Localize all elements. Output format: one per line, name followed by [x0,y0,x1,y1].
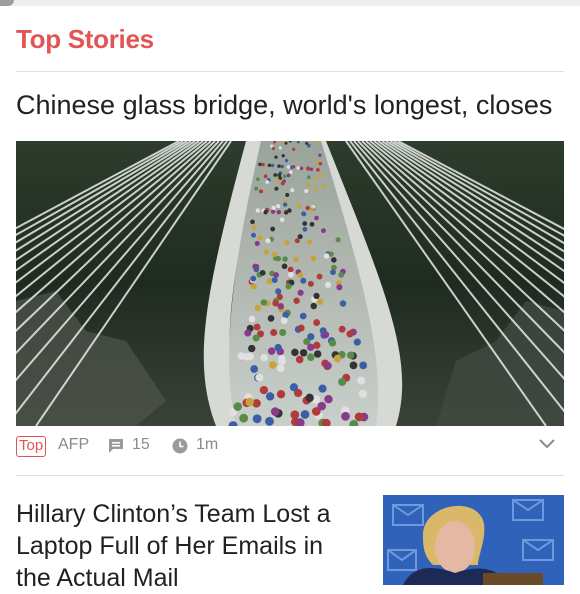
story-thumbnail[interactable] [383,495,564,585]
clinton-photo [383,495,564,585]
comment-icon[interactable] [108,438,124,454]
section-title: Top Stories [16,24,154,54]
story-headline[interactable]: Chinese glass bridge, world's longest, c… [16,90,552,121]
comment-count[interactable]: 15 [132,436,150,454]
time-label: 1m [196,436,219,453]
scroll-edge [0,0,14,6]
chevron-down-icon[interactable] [538,437,556,451]
glass-bridge-photo [16,141,564,426]
status-strip [0,0,580,6]
story-image[interactable] [16,141,564,426]
story-meta: Top AFP 15 1m [16,434,564,458]
divider [16,475,564,476]
divider [16,71,564,72]
top-badge: Top [16,436,47,457]
clock-icon [172,438,188,454]
source-label[interactable]: AFP [58,436,89,454]
